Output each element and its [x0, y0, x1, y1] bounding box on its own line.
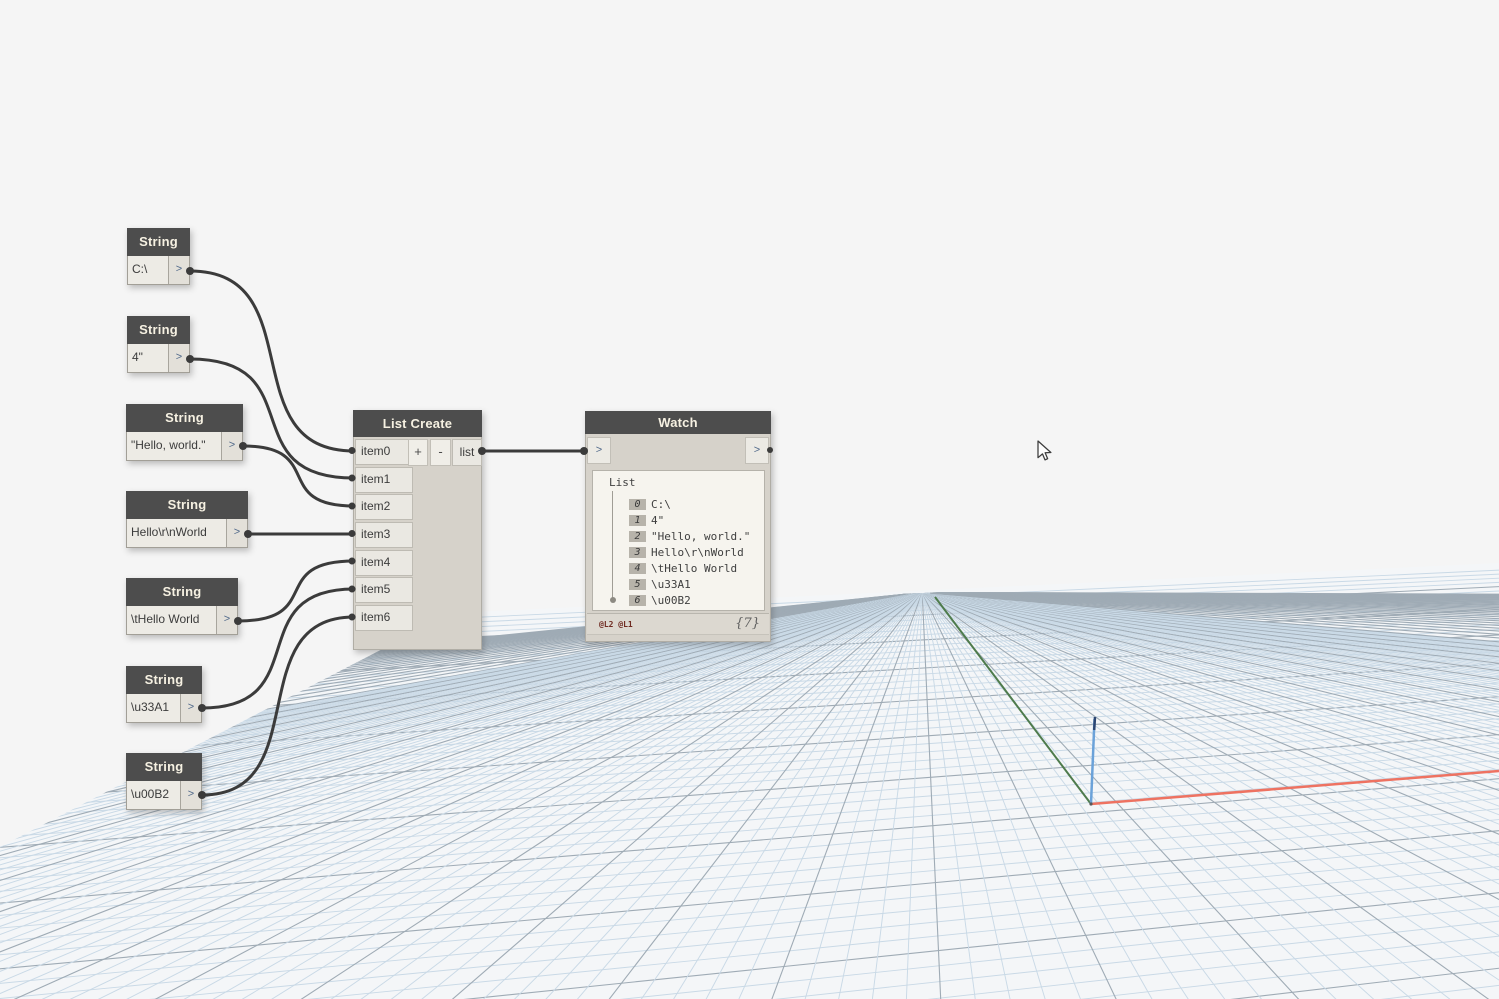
watch-input-port[interactable]: > [587, 437, 611, 464]
string-value-input[interactable]: C:\ [128, 256, 169, 284]
string-node-4[interactable]: String \tHello World > [126, 578, 238, 635]
node-title[interactable]: String [126, 491, 248, 519]
add-input-button[interactable]: + [408, 439, 428, 466]
output-port[interactable]: > [181, 694, 201, 722]
node-title[interactable]: Watch [585, 411, 771, 434]
string-node-0[interactable]: String C:\ > [127, 228, 190, 285]
list-item-row: 1 4" [593, 513, 764, 529]
input-port-item6[interactable]: item6 [355, 605, 413, 631]
remove-input-button[interactable]: - [430, 439, 451, 466]
string-value-input[interactable]: \u00B2 [127, 781, 181, 809]
list-root-label: List [609, 476, 636, 489]
item-index-badge: 2 [629, 531, 646, 542]
z-axis-tip [1094, 717, 1095, 730]
item-index-badge: 6 [629, 595, 646, 606]
watch-footer: @L2 @L1 {7} [587, 613, 769, 635]
item-value: Hello\r\nWorld [651, 545, 744, 560]
string-node-1[interactable]: String 4" > [127, 316, 190, 373]
list-item-row: 2 "Hello, world." [593, 529, 764, 545]
string-node-6[interactable]: String \u00B2 > [126, 753, 202, 810]
item-index-badge: 4 [629, 563, 646, 574]
string-node-2[interactable]: String "Hello, world." > [126, 404, 243, 461]
node-title[interactable]: String [126, 578, 238, 606]
dynamo-canvas[interactable]: { "canvas": { "background_color": "#f5f5… [0, 0, 1499, 999]
item-value: \tHello World [651, 561, 737, 576]
lacing-labels[interactable]: @L2 @L1 [599, 620, 633, 629]
item-value: 4" [651, 513, 664, 528]
list-item-row: 4 \tHello World [593, 561, 764, 577]
item-index-badge: 5 [629, 579, 646, 590]
string-value-input[interactable]: Hello\r\nWorld [127, 519, 227, 547]
input-port-item2[interactable]: item2 [355, 494, 413, 520]
list-output-port[interactable]: list [452, 439, 482, 466]
node-title[interactable]: String [126, 404, 243, 432]
item-index-badge: 3 [629, 547, 646, 558]
node-title[interactable]: String [127, 316, 190, 344]
string-node-5[interactable]: String \u33A1 > [126, 666, 202, 723]
item-index-badge: 0 [629, 499, 646, 510]
output-port[interactable]: > [169, 256, 189, 284]
node-title[interactable]: String [127, 228, 190, 256]
watch-node[interactable]: Watch > > List 0 C:\ 1 4" 2 "Hello, worl… [585, 411, 771, 642]
watch-output-port[interactable]: > [745, 437, 769, 464]
string-value-input[interactable]: \u33A1 [127, 694, 181, 722]
input-port-item1[interactable]: item1 [355, 467, 413, 493]
input-port-item5[interactable]: item5 [355, 577, 413, 603]
list-item-row: 3 Hello\r\nWorld [593, 545, 764, 561]
output-port[interactable]: > [181, 781, 201, 809]
output-port[interactable]: > [227, 519, 247, 547]
origin-point [1089, 802, 1092, 805]
input-port-item4[interactable]: item4 [355, 550, 413, 576]
watch-list-display: List 0 C:\ 1 4" 2 "Hello, world." 3 Hell… [592, 470, 765, 611]
input-port-item3[interactable]: item3 [355, 522, 413, 548]
string-value-input[interactable]: \tHello World [127, 606, 217, 634]
list-item-row: 5 \u33A1 [593, 577, 764, 593]
node-title[interactable]: String [126, 666, 202, 694]
string-node-3[interactable]: String Hello\r\nWorld > [126, 491, 248, 548]
item-value: \u33A1 [651, 577, 691, 592]
input-port-item0[interactable]: item0 [355, 439, 413, 465]
output-port[interactable]: > [222, 432, 242, 460]
item-value: \u00B2 [651, 593, 691, 608]
list-item-row: 6 \u00B2 [593, 593, 764, 609]
list-item-row: 0 C:\ [593, 497, 764, 513]
list-count-badge: {7} [735, 616, 760, 631]
output-port[interactable]: > [169, 344, 189, 372]
string-value-input[interactable]: 4" [128, 344, 169, 372]
item-value: "Hello, world." [651, 529, 750, 544]
node-title[interactable]: String [126, 753, 202, 781]
output-port[interactable]: > [217, 606, 237, 634]
list-create-node[interactable]: List Create item0 item1 item2 item3 item… [353, 410, 482, 650]
node-title[interactable]: List Create [353, 410, 482, 437]
string-value-input[interactable]: "Hello, world." [127, 432, 222, 460]
item-index-badge: 1 [629, 515, 646, 526]
item-value: C:\ [651, 497, 671, 512]
